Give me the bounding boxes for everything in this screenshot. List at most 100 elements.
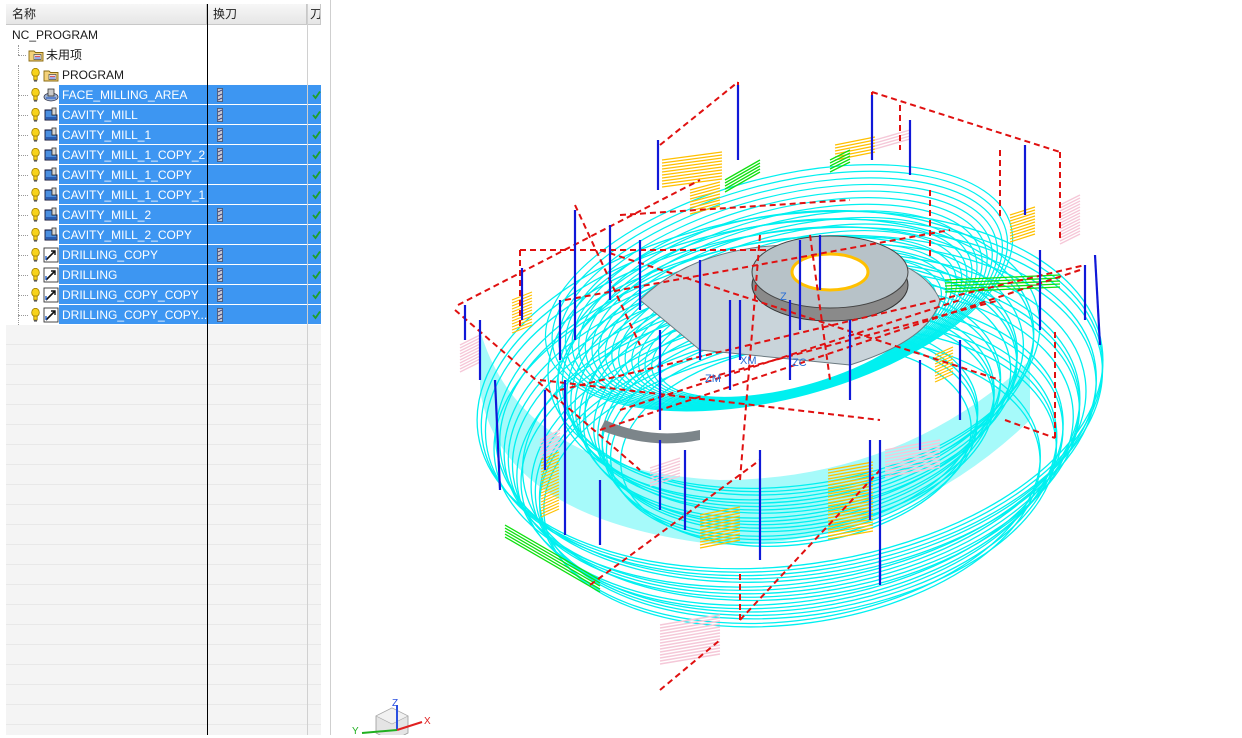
- status-bulb-icon: [31, 88, 40, 102]
- tool-change-icon: [217, 248, 223, 262]
- cavity-operation-icon: [44, 227, 58, 241]
- tree-connector: [18, 95, 28, 96]
- drill-operation-icon: [43, 247, 59, 263]
- cavity-operation-icon: [44, 147, 58, 161]
- operation-name: DRILLING: [62, 268, 118, 282]
- rapid-move: [659, 81, 739, 146]
- operation-row[interactable]: CAVITY_MILL_1: [6, 125, 321, 145]
- empty-row: [6, 605, 321, 625]
- empty-row: [6, 585, 321, 605]
- operation-row[interactable]: CAVITY_MILL_1_COPY_1: [6, 185, 321, 205]
- status-check-icon: [312, 130, 321, 140]
- tool-change-icon: [217, 288, 223, 302]
- column-tool[interactable]: 刀: [307, 4, 321, 24]
- operation-row[interactable]: CAVITY_MILL_1_COPY: [6, 165, 321, 185]
- tool-change-icon: [217, 208, 223, 222]
- status-check-icon: [312, 170, 321, 180]
- empty-row: [6, 365, 321, 385]
- column-divider-2[interactable]: [307, 4, 308, 735]
- operation-row[interactable]: DRILLING: [6, 265, 321, 285]
- drill-operation-icon: [43, 267, 59, 283]
- status-bulb-icon: [31, 308, 40, 322]
- status-bulb-icon: [31, 188, 40, 202]
- operation-row[interactable]: DRILLING_COPY_COPY: [6, 285, 321, 305]
- empty-row: [6, 485, 321, 505]
- triad-y-label: Y: [352, 726, 359, 735]
- tree-connector: [18, 295, 28, 296]
- empty-row: [6, 705, 321, 725]
- drill-operation-icon: [43, 307, 59, 323]
- column-header: 名称 换刀 刀: [6, 4, 321, 25]
- csys-label: Z: [780, 291, 787, 303]
- view-triad[interactable]: Z X Y: [352, 698, 431, 738]
- operation-row[interactable]: FACE_MILLING_AREA: [6, 85, 321, 105]
- feed-move: [1093, 254, 1102, 346]
- tree-connector: [18, 215, 28, 216]
- operation-name: DRILLING_COPY_COPY: [62, 288, 199, 302]
- operation-row[interactable]: CAVITY_MILL_2_COPY: [6, 225, 321, 245]
- operation-row[interactable]: DRILLING_COPY: [6, 245, 321, 265]
- status-check-icon: [312, 310, 321, 320]
- status-check-icon: [312, 250, 321, 260]
- operation-name: CAVITY_MILL_1_COPY_1: [62, 188, 206, 202]
- unused-folder-icon: [28, 50, 44, 62]
- cavity-operation-icon: [44, 207, 58, 221]
- operation-name: FACE_MILLING_AREA: [62, 88, 188, 102]
- empty-row: [6, 645, 321, 665]
- empty-row: [6, 505, 321, 525]
- column-tool-change[interactable]: 换刀: [207, 4, 307, 24]
- tree-item-program[interactable]: PROGRAM: [6, 65, 321, 85]
- tree-connector: [18, 315, 28, 316]
- empty-row: [6, 385, 321, 405]
- triad-x-label: X: [424, 716, 431, 727]
- operation-row[interactable]: CAVITY_MILL_2: [6, 205, 321, 225]
- cavity-operation-icon: [44, 127, 58, 141]
- tree-label: NC_PROGRAM: [12, 28, 99, 42]
- rapid-move: [871, 91, 1061, 153]
- csys-label: ZM: [705, 373, 721, 385]
- operation-name: CAVITY_MILL_1_COPY_2: [62, 148, 206, 162]
- csys-label: XM: [740, 355, 757, 367]
- empty-row: [6, 325, 321, 345]
- graphics-viewport[interactable]: ZC ZM XM Z Z X Y: [331, 0, 1242, 738]
- tree-connector: [18, 255, 28, 256]
- operation-row[interactable]: CAVITY_MILL_1_COPY_2: [6, 145, 321, 165]
- empty-row: [6, 345, 321, 365]
- operation-tree: NC_PROGRAM 未用项 PROGRAM FACE_MILLING_AREA CAV…: [6, 25, 321, 735]
- operation-row[interactable]: DRILLING_COPY_COPY...: [6, 305, 321, 325]
- column-name[interactable]: 名称: [6, 4, 207, 24]
- approach-move: [661, 151, 723, 188]
- empty-row: [6, 665, 321, 685]
- operation-name: DRILLING_COPY_COPY...: [62, 308, 208, 322]
- operation-row[interactable]: CAVITY_MILL: [6, 105, 321, 125]
- tree-connector: [18, 45, 19, 55]
- status-check-icon: [312, 270, 321, 280]
- operation-navigator: 名称 换刀 刀 NC_PROGRAM 未用项 PROGRAM FACE_MILLING…: [0, 0, 331, 735]
- status-bulb-icon: [31, 128, 40, 142]
- tree-connector: [18, 175, 28, 176]
- status-bulb-icon: [31, 108, 40, 122]
- tree-connector: [18, 235, 28, 236]
- status-check-icon: [312, 230, 321, 240]
- part-slot: [600, 420, 700, 444]
- tree-connector: [18, 55, 26, 56]
- column-divider[interactable]: [207, 4, 208, 735]
- operation-name: CAVITY_MILL_1: [62, 128, 152, 142]
- face-operation-icon: [43, 88, 59, 102]
- operation-name: CAVITY_MILL: [62, 108, 138, 122]
- tree-root-nc-program[interactable]: NC_PROGRAM: [6, 25, 321, 45]
- tree-connector: [18, 275, 28, 276]
- approach-move: [1009, 206, 1036, 243]
- empty-row: [6, 465, 321, 485]
- status-bulb-icon: [31, 248, 40, 262]
- tree-connector: [18, 115, 28, 116]
- empty-row: [6, 405, 321, 425]
- toolpath-scene[interactable]: ZC ZM XM Z Z X Y: [331, 0, 1242, 738]
- empty-row: [6, 445, 321, 465]
- status-check-icon: [312, 210, 321, 220]
- tree-item-unused[interactable]: 未用项: [6, 45, 321, 65]
- tree-label: 未用项: [46, 48, 83, 62]
- retract-move: [874, 129, 911, 150]
- cavity-operation-icon: [44, 187, 58, 201]
- empty-row: [6, 525, 321, 545]
